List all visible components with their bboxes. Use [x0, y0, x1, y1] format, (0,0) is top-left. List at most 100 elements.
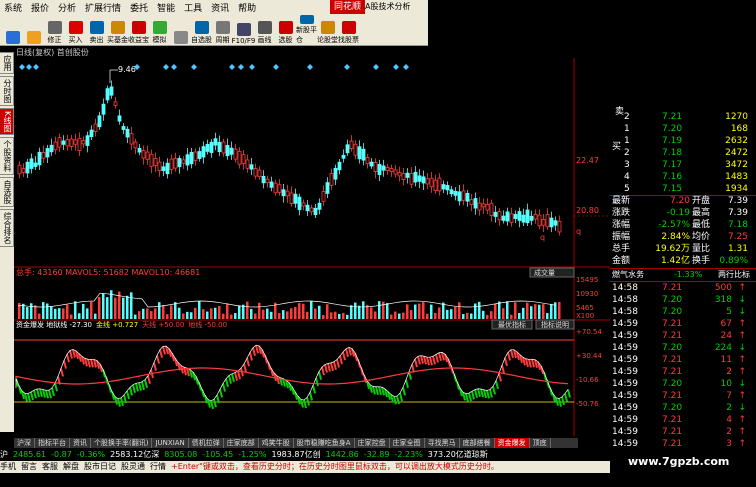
indicator-tab-10[interactable]: 庄家全图 — [390, 438, 425, 448]
stat-value: 7.20 — [669, 196, 690, 206]
volume-bar — [370, 307, 373, 319]
volume-bar — [298, 303, 301, 319]
side-tab-1[interactable]: 分时图 — [0, 76, 14, 106]
candle-body — [61, 140, 66, 145]
tick-volume: 2 — [726, 403, 732, 413]
candle-body — [521, 214, 526, 223]
side-tab-3[interactable]: 个股资料 — [0, 137, 14, 176]
toolbar-button-6[interactable]: 收益宝 — [128, 15, 149, 45]
indicator-tab-8[interactable]: 股市稳赚吃鱼身A — [294, 438, 355, 448]
toolbar-button-10[interactable]: 周期 — [212, 15, 233, 45]
status-item[interactable]: 股市日记 — [84, 462, 116, 471]
toolbar-button-3[interactable]: 买入 — [65, 15, 86, 45]
menu-item-3[interactable]: 扩展行情 — [85, 1, 121, 14]
tick-price: 7.20 — [662, 379, 683, 389]
toolbar-button-12[interactable]: 画线 — [254, 15, 275, 45]
volume-bar — [402, 312, 405, 319]
volume-bar — [510, 314, 513, 319]
volume-bar — [482, 310, 485, 319]
volume-bar — [26, 307, 29, 319]
toolbar-button-16[interactable]: 找股票 — [338, 15, 359, 45]
menu-item-2[interactable]: 分析 — [58, 1, 76, 14]
toolbar-button-1[interactable] — [23, 15, 44, 45]
indicator-tab-3[interactable]: 个股换手率(翻讯) — [91, 438, 153, 448]
volume-bar — [150, 311, 153, 319]
menu-item-6[interactable]: 工具 — [184, 1, 202, 14]
indicator-tab-11[interactable]: 寻找黑马 — [425, 438, 460, 448]
divider — [610, 281, 756, 282]
toolbar-button-5[interactable]: 买基金 — [107, 15, 128, 45]
indicator-tab-14[interactable]: 顶底 — [530, 438, 551, 448]
toolbar-button-0[interactable] — [2, 15, 23, 45]
indicator-tab-2[interactable]: 资讯 — [70, 438, 91, 448]
volume-bar — [382, 301, 385, 319]
candle-body — [517, 211, 522, 221]
side-tab-5[interactable]: 综合排名 — [0, 209, 14, 248]
tick-time: 14:59 — [612, 415, 638, 425]
stat-value: 19.62万 — [655, 244, 690, 254]
indicator-tab-9[interactable]: 庄家控盘 — [355, 438, 390, 448]
indicator-tab-12[interactable]: 底部搭餐 — [460, 438, 495, 448]
indicator-tab-5[interactable]: 债机拉弹 — [189, 438, 224, 448]
side-tab-4[interactable]: 自选股 — [0, 177, 14, 208]
candle-body — [453, 190, 458, 196]
status-item[interactable]: 客服 — [42, 462, 58, 471]
volume-bar — [474, 303, 477, 319]
indicator-header-part: 金线 +0.727 — [96, 320, 138, 329]
toolbar-button-9[interactable]: 自选股 — [191, 15, 212, 45]
candle-body — [29, 158, 34, 169]
menu-item-1[interactable]: 报价 — [31, 1, 49, 14]
status-item[interactable]: 手机 — [0, 462, 16, 471]
volume-bar — [94, 313, 97, 319]
toolbar-label: 选股 — [278, 36, 293, 44]
status-hint: +Enter"键或双击，查看历史分时；在历史分时图里鼠标双击，可以调出放大模式历… — [171, 462, 499, 471]
side-tab-0[interactable]: 应用 — [0, 52, 14, 74]
indicator-tab-7[interactable]: 鸡笑牛股 — [259, 438, 294, 448]
volume-bar — [142, 308, 145, 319]
menu-item-4[interactable]: 委托 — [130, 1, 148, 14]
sector-name[interactable]: 燃气水务 — [612, 269, 644, 280]
volume-bar — [470, 313, 473, 319]
candle-body — [65, 139, 70, 147]
indicator-tab-1[interactable]: 指标平台 — [35, 438, 70, 448]
volume-bar — [386, 303, 389, 319]
status-item[interactable]: 行情 — [150, 462, 166, 471]
toolbar-button-2[interactable]: 修正 — [44, 15, 65, 45]
menu-item-8[interactable]: 帮助 — [238, 1, 256, 14]
indicator-tab-13[interactable]: 资金爆发 — [494, 438, 530, 448]
candle-body — [345, 144, 350, 154]
status-item[interactable]: 股灵通 — [121, 462, 145, 471]
toolbar-button-13[interactable]: 选股 — [275, 15, 296, 45]
tick-price: 7.20 — [662, 307, 683, 317]
tick-price: 7.21 — [662, 283, 683, 293]
toolbar-button-8[interactable] — [170, 15, 191, 45]
sector-link[interactable]: 两行比标 — [718, 269, 750, 280]
menu-item-0[interactable]: 系统 — [4, 1, 22, 14]
tick-volume: 11 — [720, 355, 732, 365]
candle-body — [21, 168, 26, 173]
arrow-up-icon: ↑ — [738, 367, 746, 377]
toolbar-button-4[interactable]: 卖出 — [86, 15, 107, 45]
indicator-tab-4[interactable]: JUNXIAN — [152, 438, 189, 448]
toolbar-button-15[interactable]: 论股堂 — [317, 15, 338, 45]
indicator-tab-0[interactable]: 沪深 — [14, 438, 35, 448]
candle-body — [493, 211, 498, 217]
toolbar-button-11[interactable]: F10/F9 — [232, 15, 255, 45]
candle-body — [77, 137, 82, 151]
toolbar-button-7[interactable]: 模拟 — [149, 15, 170, 45]
status-item[interactable]: 留言 — [21, 462, 37, 471]
volume-bar — [322, 314, 325, 319]
status-item[interactable]: 解盘 — [63, 462, 79, 471]
menu-item-7[interactable]: 资讯 — [211, 1, 229, 14]
chart-area[interactable]: 9.46 22.47 20.80 q q 总手: 43160 MAVOL5: 51682 … — [14, 58, 610, 436]
candle-body — [37, 151, 42, 166]
toolbar-button-14[interactable]: 新股平仓 — [296, 15, 317, 45]
menu-item-5[interactable]: 智能 — [157, 1, 175, 14]
volume-bar — [258, 302, 261, 319]
volume-bar — [450, 309, 453, 319]
tick-price: 7.21 — [662, 355, 683, 365]
tick-price: 7.21 — [662, 439, 683, 449]
indicator-tab-6[interactable]: 庄家底部 — [224, 438, 259, 448]
side-tab-2[interactable]: K线图 — [0, 108, 14, 136]
candle-body — [233, 148, 238, 160]
